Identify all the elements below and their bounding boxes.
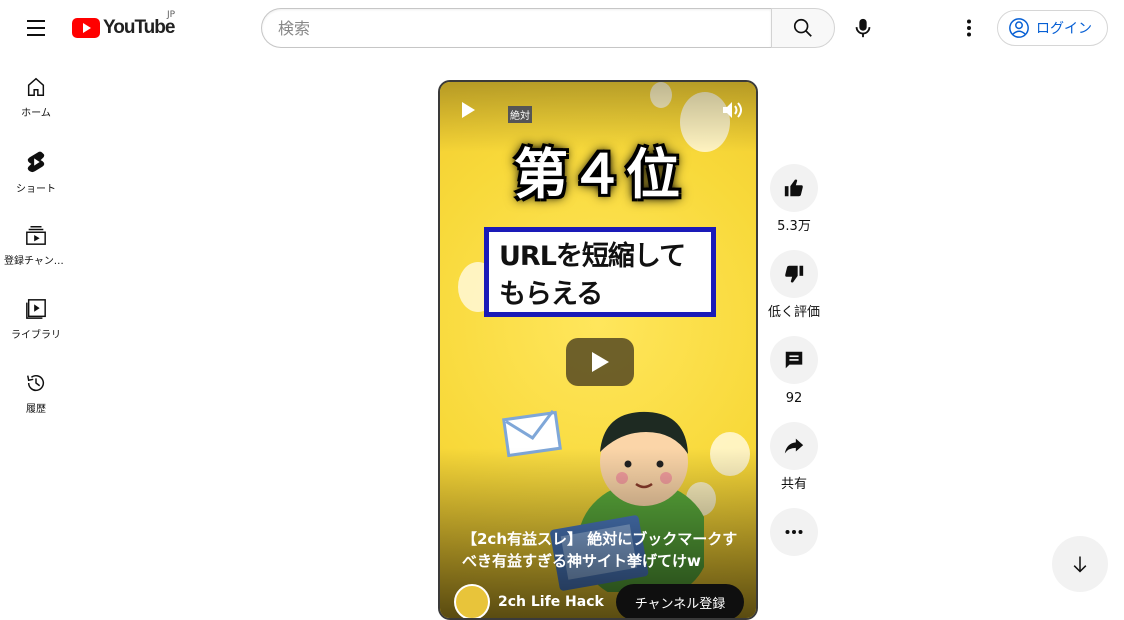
comment-count: 92 xyxy=(785,391,803,406)
headline-card: URLを短縮して もらえる xyxy=(484,227,716,317)
account-circle-icon xyxy=(1009,18,1029,38)
menu-bar xyxy=(27,20,45,22)
share-button[interactable] xyxy=(770,422,818,470)
search-icon xyxy=(793,18,812,37)
sidebar-item-label: ショート xyxy=(16,184,56,195)
home-icon xyxy=(27,77,45,96)
youtube-logo[interactable]: YouTube JP xyxy=(72,10,175,40)
shorts-actions: 5.3万 低く評価 92 共有 xyxy=(768,164,820,570)
search-input[interactable] xyxy=(261,8,771,48)
arrow-down-icon xyxy=(1073,556,1087,573)
comment-button[interactable] xyxy=(770,336,818,384)
sidebar-item-shorts[interactable]: ショート xyxy=(0,130,72,204)
menu-bar xyxy=(27,27,45,29)
share-icon xyxy=(784,438,804,454)
microphone-icon xyxy=(855,18,871,38)
history-icon xyxy=(27,374,44,392)
share-action: 共有 xyxy=(770,422,818,494)
youtube-play-logo-icon xyxy=(72,18,100,38)
login-button[interactable]: ログイン xyxy=(997,10,1108,46)
short-title[interactable]: 【2ch有益スレ】 絶対にブックマークすべき有益すぎる神サイト挙げてけw xyxy=(462,528,744,572)
dislike-action: 低く評価 xyxy=(768,250,820,322)
guide-menu-button[interactable] xyxy=(16,8,56,48)
like-count: 5.3万 xyxy=(777,219,811,234)
more-actions-button[interactable] xyxy=(770,508,818,556)
video-tag-label: 絶対 xyxy=(508,106,532,123)
comment-icon xyxy=(785,351,803,369)
voice-search-button[interactable] xyxy=(843,8,883,48)
thumbs-up-icon xyxy=(784,179,803,197)
menu-bar xyxy=(27,34,45,36)
channel-name[interactable]: 2ch Life Hack xyxy=(498,594,608,610)
more-horizontal-icon xyxy=(785,530,803,534)
headline-line: URLを短縮して xyxy=(499,241,686,272)
sidebar-item-history[interactable]: 履歴 xyxy=(0,352,72,426)
sidebar-item-library[interactable]: ライブラリ xyxy=(0,278,72,352)
sidebar-item-home[interactable]: ホーム xyxy=(0,56,72,130)
settings-more-button[interactable] xyxy=(949,8,989,48)
volume-icon[interactable] xyxy=(720,98,744,122)
thumbs-down-icon xyxy=(785,265,804,283)
sidebar-item-label: 登録チャンネル xyxy=(4,256,68,267)
headline-line: もらえる xyxy=(499,279,603,310)
mini-guide: ホーム ショート 登録チャンネル ライブラリ 履歴 xyxy=(0,56,72,426)
subscriptions-icon xyxy=(26,226,46,245)
like-button[interactable] xyxy=(770,164,818,212)
sidebar-item-subscriptions[interactable]: 登録チャンネル xyxy=(0,204,72,278)
more-vertical-icon xyxy=(967,19,971,37)
search-button[interactable] xyxy=(771,8,835,48)
shorts-player[interactable]: 絶対 第４位 URLを短縮して もらえる 【2ch有益スレ】 絶対にブックマーク… xyxy=(438,80,758,620)
channel-avatar[interactable] xyxy=(454,584,490,618)
center-play-button[interactable] xyxy=(566,338,634,386)
dislike-button[interactable] xyxy=(770,250,818,298)
subscribe-button[interactable]: チャンネル登録 xyxy=(616,584,744,618)
dislike-label: 低く評価 xyxy=(767,305,820,320)
more-action xyxy=(770,508,818,556)
sidebar-item-label: 履歴 xyxy=(26,404,46,415)
login-label: ログイン xyxy=(1036,21,1092,37)
play-icon[interactable] xyxy=(460,100,476,120)
rank-overlay-text: 第４位 xyxy=(514,143,682,206)
logo-wordmark: YouTube xyxy=(103,17,175,38)
search-bar xyxy=(261,8,835,48)
channel-info: 2ch Life Hack チャンネル登録 xyxy=(454,584,744,618)
like-action: 5.3万 xyxy=(770,164,818,236)
next-short-button[interactable] xyxy=(1052,536,1108,592)
region-code: JP xyxy=(167,10,176,20)
masthead: YouTube JP ログイン xyxy=(0,0,1124,56)
shorts-icon xyxy=(27,151,45,173)
sidebar-item-label: ライブラリ xyxy=(11,330,61,341)
library-icon xyxy=(26,299,46,319)
sidebar-item-label: ホーム xyxy=(21,108,51,119)
share-label: 共有 xyxy=(780,477,807,492)
play-icon xyxy=(592,352,609,372)
comment-action: 92 xyxy=(770,336,818,408)
